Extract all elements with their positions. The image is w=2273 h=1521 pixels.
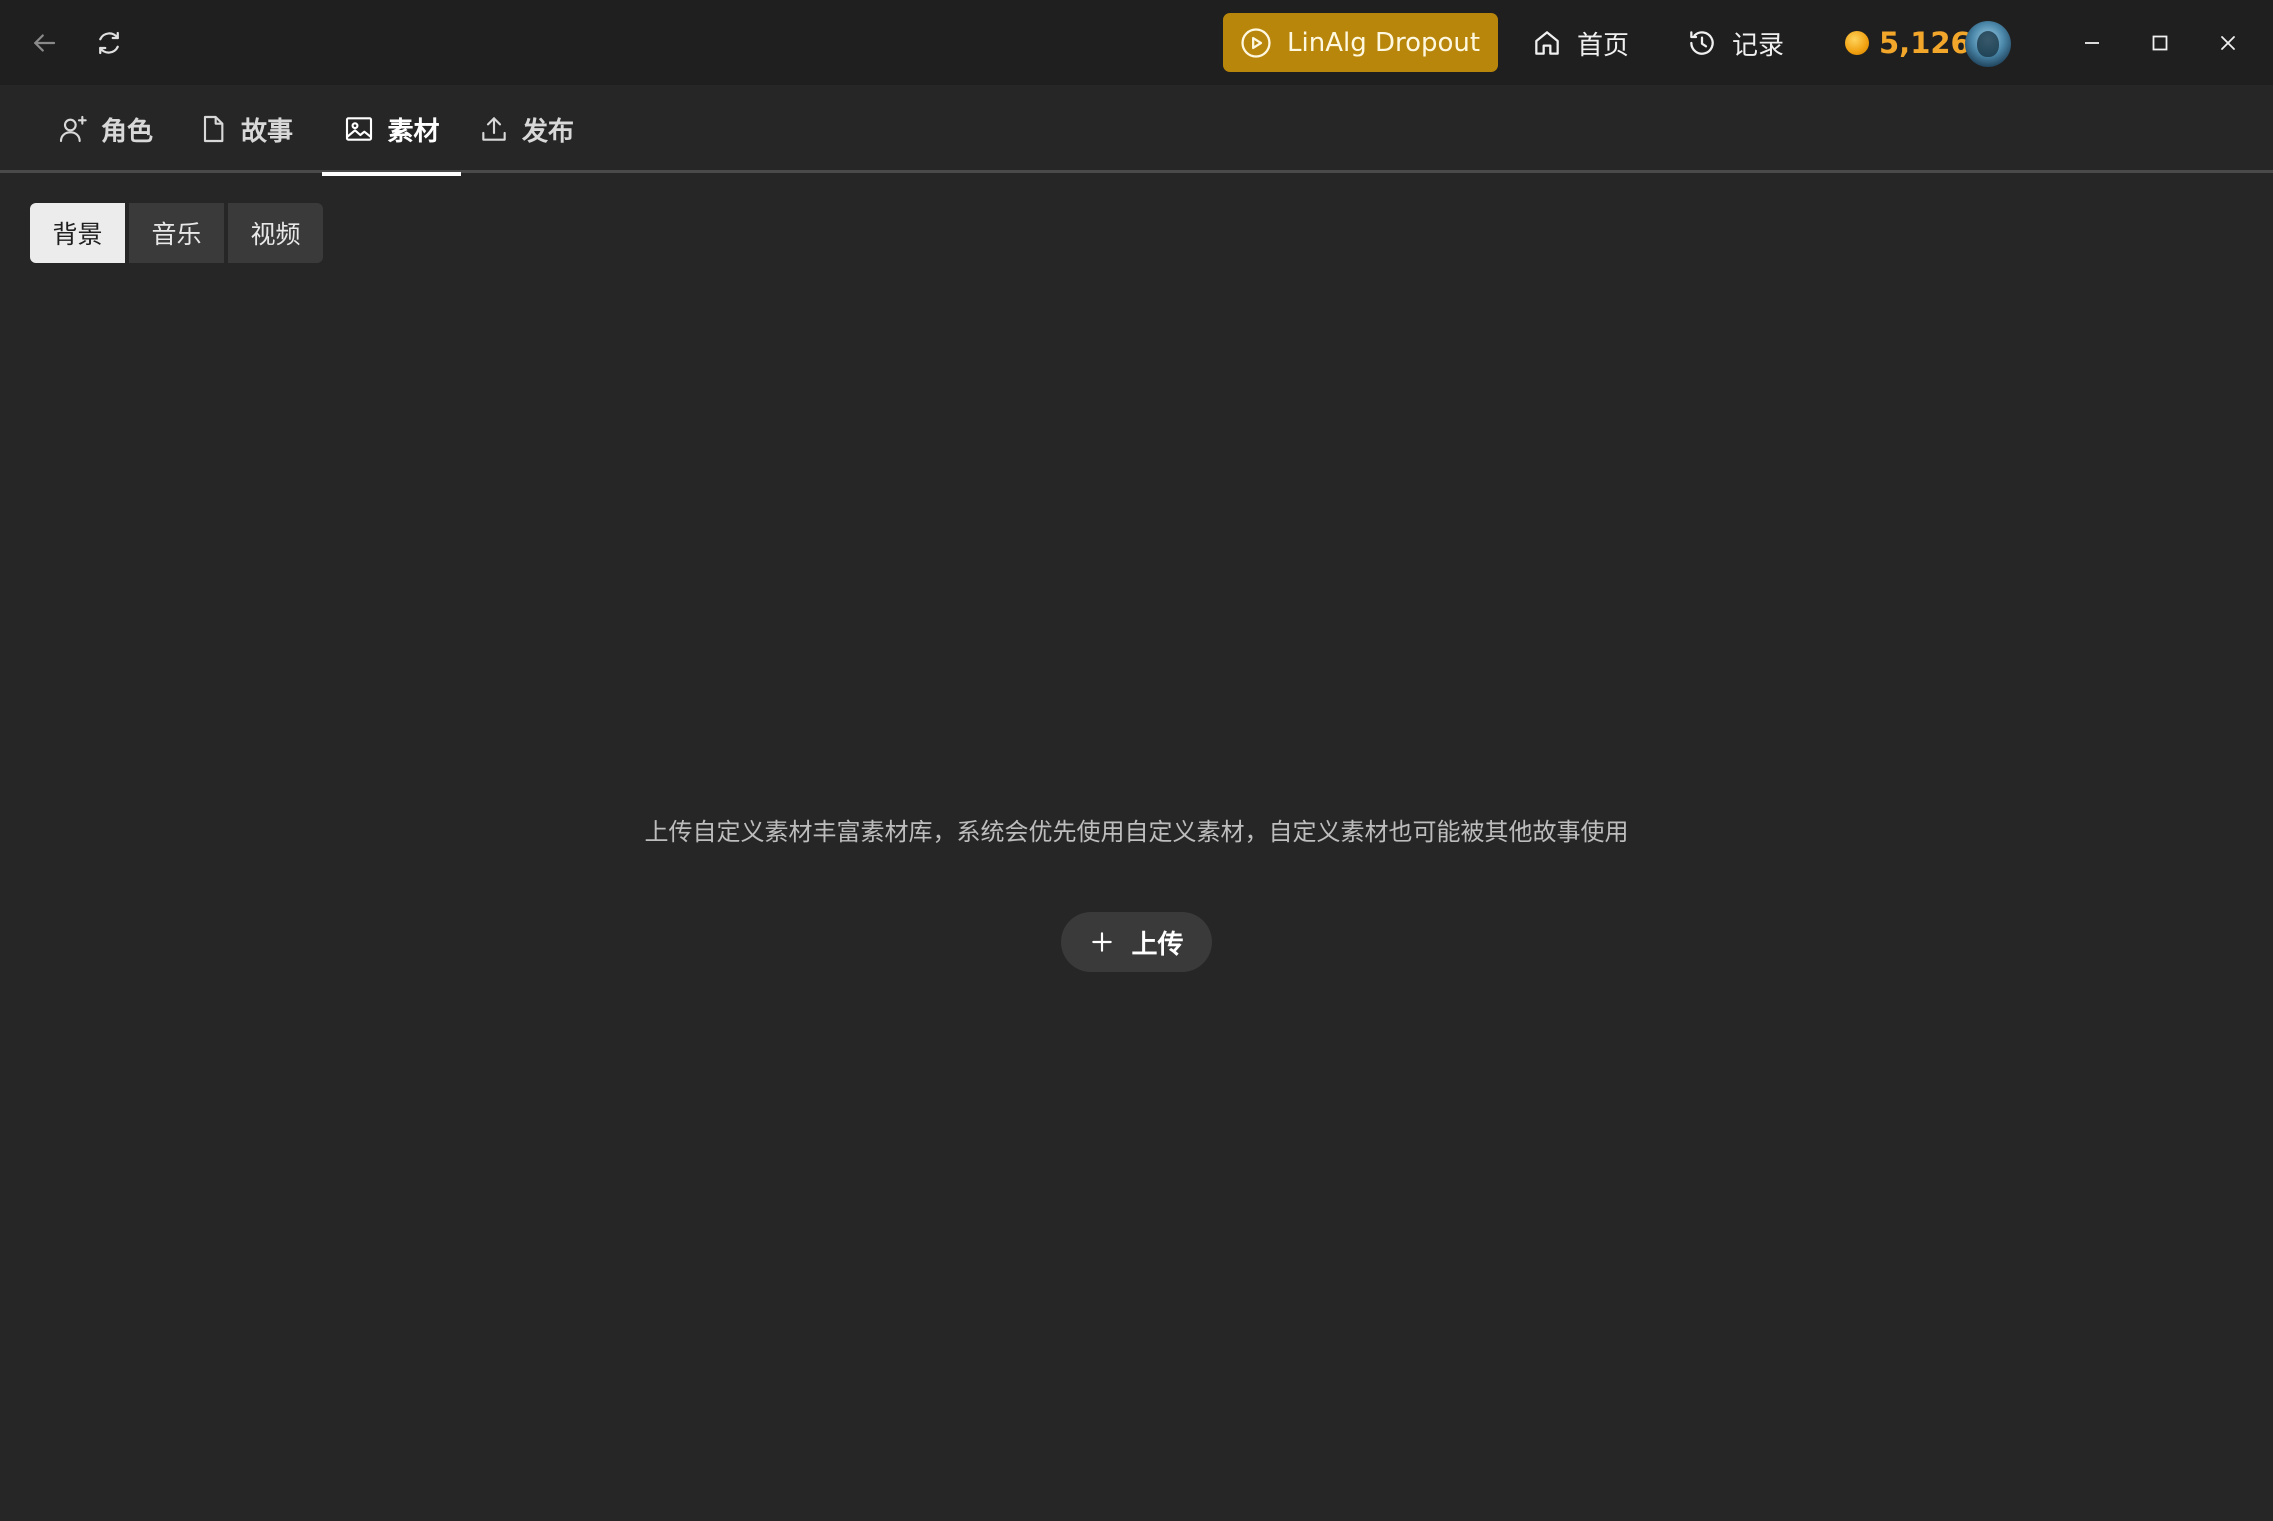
history-icon xyxy=(1690,31,1714,55)
coin-icon xyxy=(1845,31,1869,55)
asset-type-tabs: 背景 音乐 视频 xyxy=(30,203,323,263)
document-icon xyxy=(203,115,224,143)
home-icon xyxy=(1535,31,1559,55)
coin-balance[interactable]: 5,126 xyxy=(1845,20,1971,66)
refresh-button[interactable] xyxy=(86,20,132,66)
history-link[interactable]: 记录 xyxy=(1686,20,1784,66)
tab-stories-label: 故事 xyxy=(240,116,293,147)
tab-characters-label: 角色 xyxy=(100,116,153,147)
tab-publish-label: 发布 xyxy=(521,116,574,147)
maximize-button[interactable] xyxy=(2137,20,2183,66)
avatar[interactable] xyxy=(1965,21,2011,67)
subtab-background[interactable]: 背景 xyxy=(30,203,125,263)
app-window: LinAlg Dropout 首页 记录 5,126 角色 故事 素材 发布 背… xyxy=(0,0,2273,1521)
back-button[interactable] xyxy=(21,20,67,66)
home-label: 首页 xyxy=(1577,30,1630,61)
tab-publish[interactable]: 发布 xyxy=(476,85,576,173)
empty-state-message: 上传自定义素材丰富素材库，系统会优先使用自定义素材，自定义素材也可能被其他故事使… xyxy=(644,818,1629,846)
tab-assets[interactable]: 素材 xyxy=(322,85,461,176)
history-label: 记录 xyxy=(1732,30,1785,61)
title-bar: LinAlg Dropout 首页 记录 5,126 xyxy=(0,0,2273,85)
coin-value: 5,126 xyxy=(1879,26,1971,60)
upload-label: 上传 xyxy=(1131,929,1184,960)
user-plus-icon xyxy=(59,115,87,143)
refresh-icon xyxy=(99,31,119,55)
close-icon xyxy=(2221,36,2235,50)
upload-icon xyxy=(482,117,506,141)
upload-button[interactable]: 上传 xyxy=(1061,912,1212,972)
tab-stories[interactable]: 故事 xyxy=(195,85,295,173)
arrow-left-icon xyxy=(34,34,56,52)
minimize-icon xyxy=(2085,42,2099,44)
maximize-icon xyxy=(2152,35,2168,51)
tab-characters[interactable]: 角色 xyxy=(55,85,155,173)
play-circle-icon xyxy=(1241,27,1271,58)
plus-icon xyxy=(1092,932,1113,952)
subtab-video[interactable]: 视频 xyxy=(228,203,323,263)
play-story-button[interactable]: LinAlg Dropout xyxy=(1223,13,1498,72)
home-link[interactable]: 首页 xyxy=(1531,20,1629,66)
play-story-label: LinAlg Dropout xyxy=(1287,27,1481,58)
minimize-button[interactable] xyxy=(2069,20,2115,66)
tab-assets-label: 素材 xyxy=(387,116,440,147)
image-icon xyxy=(346,117,373,141)
close-button[interactable] xyxy=(2205,20,2251,66)
subtab-music[interactable]: 音乐 xyxy=(129,203,224,263)
main-tab-bar: 角色 故事 素材 发布 xyxy=(0,85,2273,176)
